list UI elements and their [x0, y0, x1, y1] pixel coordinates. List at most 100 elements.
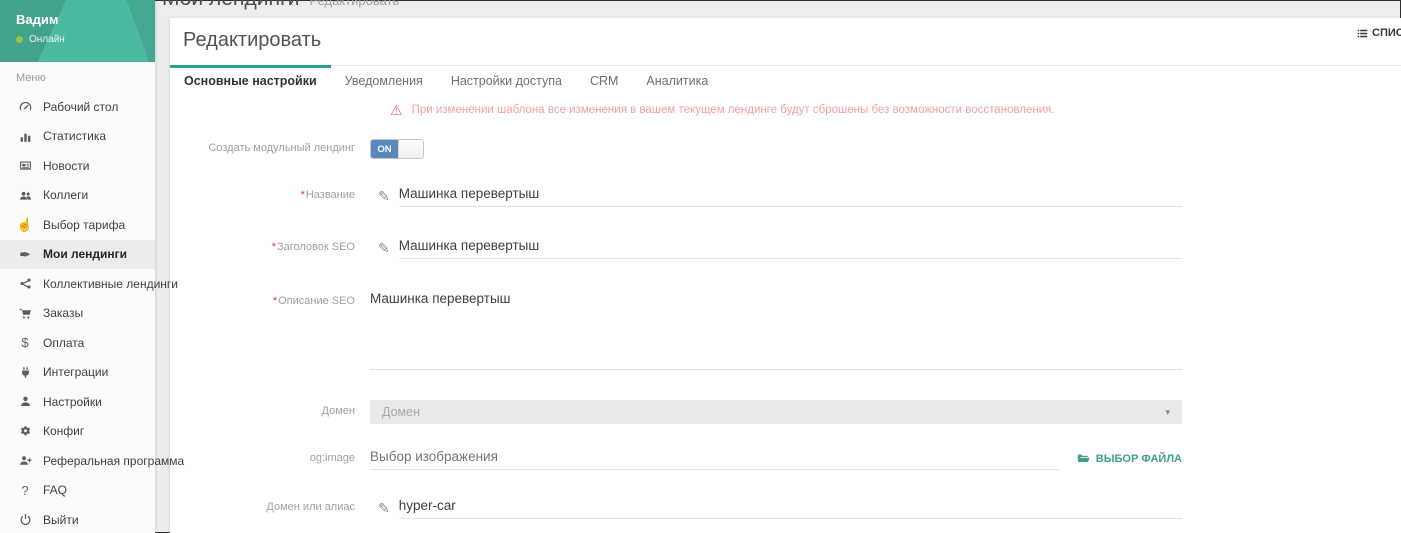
- menu-section-label: Меню: [0, 62, 155, 92]
- warning-banner: ⚠ При изменении шаблона все изменения в …: [390, 103, 1401, 117]
- sidebar-item-faq[interactable]: ? FAQ: [0, 476, 155, 506]
- sidebar-item-workspace[interactable]: Рабочий стол: [0, 92, 155, 122]
- list-button[interactable]: СПИСОК: [1357, 27, 1401, 39]
- cart-icon: [16, 307, 34, 320]
- gears-icon: [16, 425, 34, 438]
- sidebar-item-label: Мои лендинги: [43, 247, 127, 261]
- sidebar-item-payment[interactable]: $ Оплата: [0, 328, 155, 358]
- warning-icon: ⚠: [390, 103, 403, 117]
- name-input[interactable]: [399, 185, 1182, 206]
- sidebar-item-label: Оплата: [43, 336, 84, 350]
- sidebar-item-label: Коллективные лендинги: [43, 277, 178, 291]
- sidebar-item-label: Выбор тарифа: [43, 218, 125, 232]
- bar-chart-icon: [16, 130, 34, 143]
- toggle-on-label: ON: [371, 140, 398, 158]
- users-icon: [16, 189, 34, 202]
- sidebar-item-label: Выйти: [43, 513, 79, 527]
- folder-icon: [1077, 452, 1090, 465]
- news-icon: [16, 159, 34, 172]
- sidebar-item-colleagues[interactable]: Коллеги: [0, 181, 155, 211]
- tab-analytics[interactable]: Аналитика: [632, 66, 722, 95]
- sidebar-item-label: FAQ: [43, 483, 67, 497]
- form-row-alias: Домен или алиас ✎: [170, 496, 1401, 520]
- form-row-modular: Создать модульный лендинг ON: [170, 139, 1401, 159]
- warning-text: При изменении шаблона все изменения в ва…: [412, 104, 1055, 116]
- form-row-seo-title: Заголовок SEO ✎: [170, 236, 1401, 260]
- tab-content: ⚠ При изменении шаблона все изменения в …: [170, 96, 1401, 533]
- sidebar-item-label: Интеграции: [43, 365, 108, 379]
- tab-crm[interactable]: CRM: [576, 66, 632, 95]
- sidebar-item-collective-landings[interactable]: Коллективные лендинги: [0, 269, 155, 299]
- user-name: Вадим: [16, 12, 139, 27]
- sidebar-item-tariff[interactable]: ☝ Выбор тарифа: [0, 210, 155, 240]
- seo-description-textarea[interactable]: Машинка перевертыш: [370, 290, 1182, 370]
- domain-select[interactable]: Домен ▾: [370, 400, 1182, 424]
- form-row-domain: Домен Домен ▾: [170, 400, 1401, 424]
- dollar-icon: $: [16, 336, 34, 349]
- list-button-label: СПИСОК: [1372, 27, 1401, 39]
- pencil-icon: ✎: [378, 241, 390, 255]
- og-image-input[interactable]: [370, 448, 1059, 469]
- sidebar-item-label: Коллеги: [43, 188, 88, 202]
- user-status-label: Онлайн: [29, 34, 65, 45]
- share-icon: [16, 277, 34, 290]
- user-icon: [16, 395, 34, 408]
- sidebar-item-label: Рабочий стол: [43, 100, 118, 114]
- domain-label: Домен: [170, 405, 370, 418]
- toggle-knob: [398, 140, 423, 158]
- sidebar-item-settings[interactable]: Настройки: [0, 387, 155, 417]
- page-title: Мои лендинги Редактировать: [162, 0, 399, 11]
- main-area: Мои лендинги Редактировать Редактировать …: [155, 0, 1401, 533]
- sidebar: Вадим Онлайн Меню Рабочий стол Статистика…: [0, 0, 155, 533]
- question-icon: ?: [16, 484, 34, 497]
- form-row-name: Название ✎: [170, 184, 1401, 208]
- sidebar-item-integrations[interactable]: Интеграции: [0, 358, 155, 388]
- hand-pointer-icon: ☝: [16, 218, 34, 231]
- form-row-og-image: og:image ВЫБОР ФАЙЛА: [170, 448, 1401, 469]
- sidebar-item-orders[interactable]: Заказы: [0, 299, 155, 329]
- name-label: Название: [170, 189, 370, 202]
- sidebar-item-statistics[interactable]: Статистика: [0, 122, 155, 152]
- page-title-text: Мои лендинги: [162, 0, 299, 10]
- caret-down-icon: ▾: [1165, 407, 1170, 418]
- sidebar-item-label: Заказы: [43, 306, 83, 320]
- tab-notifications[interactable]: Уведомления: [331, 66, 437, 95]
- sidebar-menu: Рабочий стол Статистика Новости Коллеги ☝ Выб…: [0, 92, 155, 533]
- pencil-icon: ✎: [378, 189, 390, 203]
- form-row-seo-description: Описание SEO Машинка перевертыш: [170, 290, 1401, 370]
- sidebar-item-news[interactable]: Новости: [0, 151, 155, 181]
- domain-select-value: Домен: [382, 405, 1165, 419]
- pen-icon: ✒: [16, 248, 34, 261]
- sidebar-item-label: Статистика: [43, 129, 106, 143]
- sidebar-item-referral[interactable]: Реферальная программа: [0, 446, 155, 476]
- sidebar-item-label: Конфиг: [43, 424, 84, 438]
- sidebar-item-logout[interactable]: Выйти: [0, 505, 155, 533]
- sidebar-item-label: Реферальная программа: [43, 454, 184, 468]
- sidebar-item-label: Новости: [43, 159, 89, 173]
- plug-icon: [16, 366, 34, 379]
- edit-card: Редактировать СПИСОК Основные настройкиУ…: [170, 18, 1401, 533]
- sidebar-user-header: Вадим Онлайн: [0, 0, 155, 62]
- power-icon: [16, 513, 34, 526]
- seo-title-input[interactable]: [399, 237, 1182, 258]
- card-title: Редактировать: [183, 29, 321, 52]
- app-window: Вадим Онлайн Меню Рабочий стол Статистика…: [0, 0, 1401, 533]
- pencil-icon: ✎: [378, 501, 390, 515]
- user-plus-icon: [16, 454, 34, 467]
- alias-input[interactable]: [399, 497, 1182, 518]
- choose-file-button[interactable]: ВЫБОР ФАЙЛА: [1077, 452, 1182, 465]
- sidebar-item-my-landings[interactable]: ✒ Мои лендинги: [0, 240, 155, 270]
- modular-landing-label: Создать модульный лендинг: [170, 142, 370, 155]
- modular-landing-toggle[interactable]: ON: [370, 139, 424, 159]
- list-icon: [1357, 28, 1368, 39]
- choose-file-label: ВЫБОР ФАЙЛА: [1096, 453, 1182, 465]
- page-subtitle: Редактировать: [309, 0, 399, 8]
- alias-label: Домен или алиас: [170, 501, 370, 514]
- user-status: Онлайн: [16, 34, 139, 45]
- sidebar-item-config[interactable]: Конфиг: [0, 417, 155, 447]
- og-image-label: og:image: [170, 452, 370, 465]
- seo-title-label: Заголовок SEO: [170, 241, 370, 254]
- tab-access-settings[interactable]: Настройки доступа: [437, 66, 576, 95]
- tab-main-settings[interactable]: Основные настройки: [170, 66, 331, 95]
- online-dot-icon: [16, 36, 23, 43]
